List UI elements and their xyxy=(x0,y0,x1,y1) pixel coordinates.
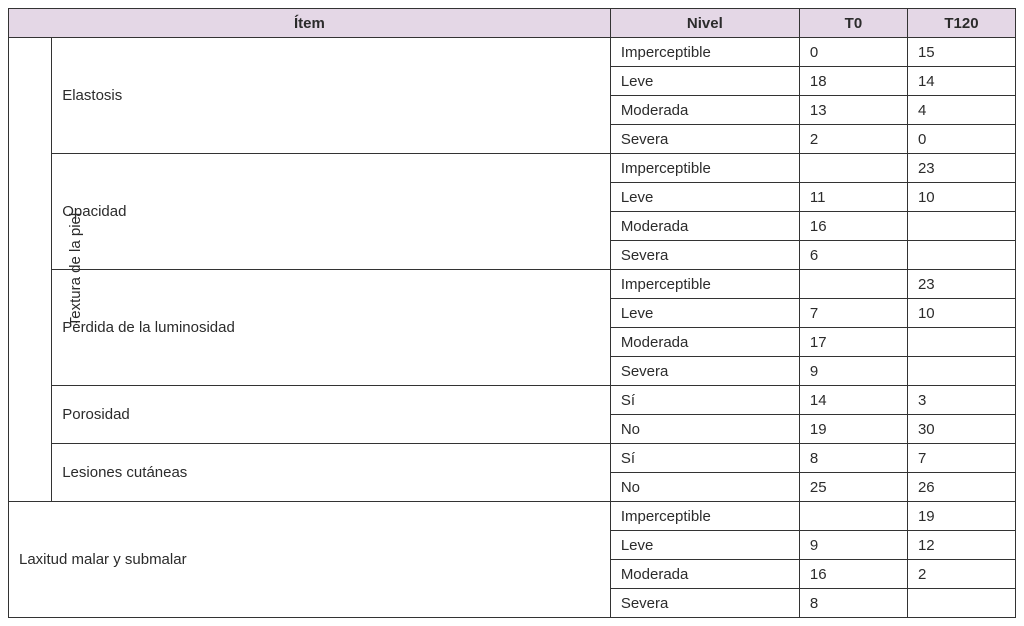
item-label: Opacidad xyxy=(52,154,611,270)
cell-t120: 10 xyxy=(907,299,1015,328)
cell-t0: 8 xyxy=(799,444,907,473)
item-label: Elastosis xyxy=(52,38,611,154)
cell-nivel: Moderada xyxy=(610,328,799,357)
table-row: Lesiones cutáneas Sí 8 7 xyxy=(9,444,1016,473)
table-row: Textura de la piel Elastosis Imperceptib… xyxy=(9,38,1016,67)
cell-t0: 16 xyxy=(799,212,907,241)
cell-t0: 14 xyxy=(799,386,907,415)
header-t120: T120 xyxy=(907,9,1015,38)
cell-t120: 23 xyxy=(907,270,1015,299)
header-item: Ítem xyxy=(9,9,611,38)
cell-t0: 25 xyxy=(799,473,907,502)
cell-nivel: Moderada xyxy=(610,560,799,589)
cell-t0: 18 xyxy=(799,67,907,96)
cell-t120: 10 xyxy=(907,183,1015,212)
cell-t120 xyxy=(907,328,1015,357)
cell-t0: 9 xyxy=(799,531,907,560)
cell-t120: 4 xyxy=(907,96,1015,125)
vertical-category-label: Textura de la piel xyxy=(67,213,84,326)
cell-t120 xyxy=(907,212,1015,241)
clinical-assessment-table: Ítem Nivel T0 T120 Textura de la piel El… xyxy=(8,8,1016,618)
cell-nivel: Sí xyxy=(610,386,799,415)
cell-nivel: Imperceptible xyxy=(610,502,799,531)
table-row: Laxitud malar y submalar Imperceptible 1… xyxy=(9,502,1016,531)
table-row: Porosidad Sí 14 3 xyxy=(9,386,1016,415)
cell-nivel: Imperceptible xyxy=(610,154,799,183)
cell-nivel: Leve xyxy=(610,183,799,212)
cell-t120: 15 xyxy=(907,38,1015,67)
cell-t0: 2 xyxy=(799,125,907,154)
cell-t0: 0 xyxy=(799,38,907,67)
cell-nivel: Severa xyxy=(610,589,799,618)
cell-nivel: No xyxy=(610,415,799,444)
cell-t0: 17 xyxy=(799,328,907,357)
cell-t0: 8 xyxy=(799,589,907,618)
cell-nivel: Leve xyxy=(610,67,799,96)
cell-t120: 12 xyxy=(907,531,1015,560)
cell-nivel: Sí xyxy=(610,444,799,473)
table-header-row: Ítem Nivel T0 T120 xyxy=(9,9,1016,38)
cell-t120: 23 xyxy=(907,154,1015,183)
cell-t120 xyxy=(907,241,1015,270)
cell-t0: 9 xyxy=(799,357,907,386)
cell-nivel: Severa xyxy=(610,125,799,154)
cell-t0: 13 xyxy=(799,96,907,125)
cell-t120 xyxy=(907,589,1015,618)
cell-t120: 0 xyxy=(907,125,1015,154)
cell-nivel: Moderada xyxy=(610,96,799,125)
cell-t120: 30 xyxy=(907,415,1015,444)
cell-t120: 7 xyxy=(907,444,1015,473)
cell-nivel: Imperceptible xyxy=(610,38,799,67)
cell-nivel: Severa xyxy=(610,357,799,386)
cell-t0: 11 xyxy=(799,183,907,212)
cell-t120: 2 xyxy=(907,560,1015,589)
cell-t120: 26 xyxy=(907,473,1015,502)
cell-t120: 3 xyxy=(907,386,1015,415)
cell-nivel: Moderada xyxy=(610,212,799,241)
cell-nivel: Leve xyxy=(610,531,799,560)
cell-nivel: Imperceptible xyxy=(610,270,799,299)
item-label: Laxitud malar y submalar xyxy=(9,502,611,618)
cell-t0 xyxy=(799,270,907,299)
table-row: Pérdida de la luminosidad Imperceptible … xyxy=(9,270,1016,299)
header-t0: T0 xyxy=(799,9,907,38)
cell-t0 xyxy=(799,502,907,531)
table-row: Opacidad Imperceptible 23 xyxy=(9,154,1016,183)
item-label: Porosidad xyxy=(52,386,611,444)
cell-t120: 19 xyxy=(907,502,1015,531)
cell-t120 xyxy=(907,357,1015,386)
cell-t0: 16 xyxy=(799,560,907,589)
cell-t0: 7 xyxy=(799,299,907,328)
header-nivel: Nivel xyxy=(610,9,799,38)
cell-nivel: Severa xyxy=(610,241,799,270)
cell-t120: 14 xyxy=(907,67,1015,96)
cell-t0: 19 xyxy=(799,415,907,444)
cell-t0: 6 xyxy=(799,241,907,270)
cell-t0 xyxy=(799,154,907,183)
cell-nivel: No xyxy=(610,473,799,502)
item-label: Lesiones cutáneas xyxy=(52,444,611,502)
item-label: Pérdida de la luminosidad xyxy=(52,270,611,386)
cell-nivel: Leve xyxy=(610,299,799,328)
vertical-category: Textura de la piel xyxy=(9,38,52,502)
